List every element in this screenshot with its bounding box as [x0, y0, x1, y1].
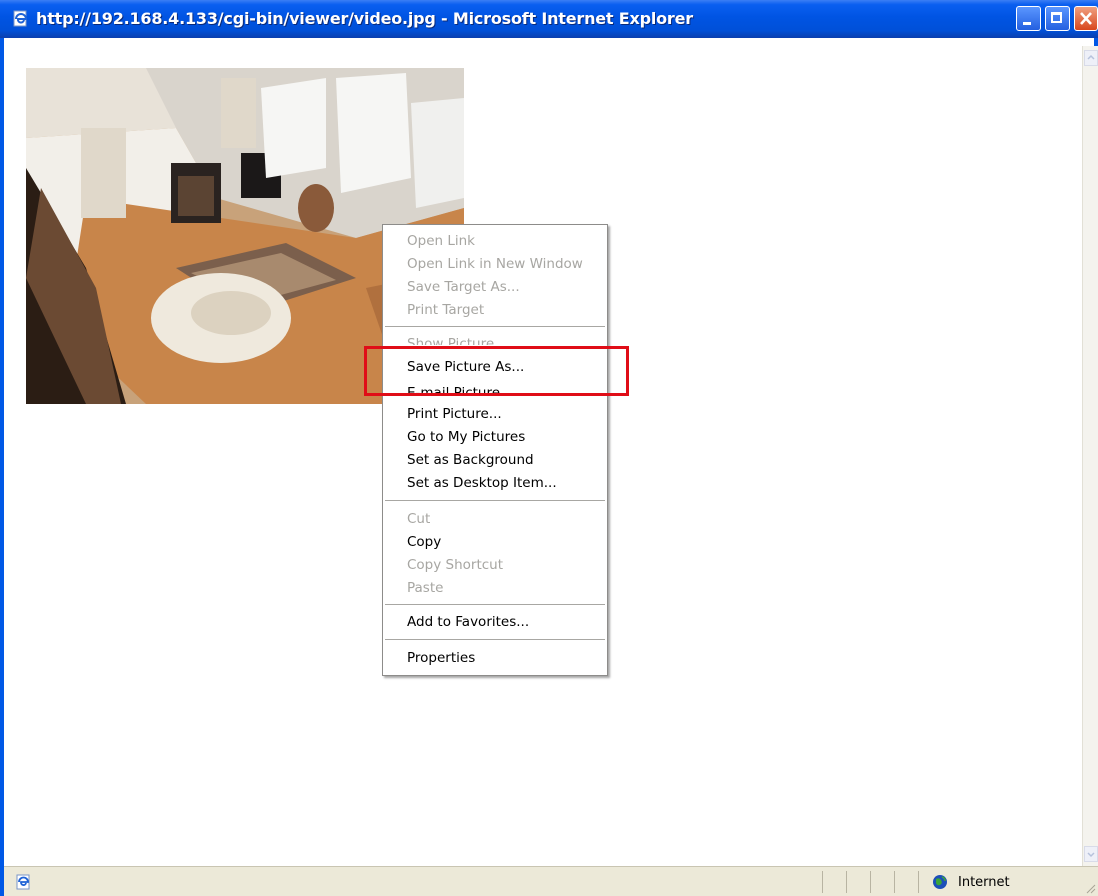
scroll-up-button[interactable] [1084, 50, 1098, 66]
minimize-button[interactable] [1016, 6, 1041, 31]
close-button[interactable] [1074, 6, 1098, 31]
ie-page-icon [16, 874, 30, 890]
menu-item-print-picture[interactable]: Print Picture... [407, 406, 502, 422]
menu-item-save-target-as[interactable]: Save Target As... [407, 279, 520, 295]
vertical-scrollbar[interactable] [1082, 46, 1098, 866]
menu-item-open-link-new-window[interactable]: Open Link in New Window [407, 256, 583, 272]
menu-item-open-link[interactable]: Open Link [407, 233, 475, 249]
menu-item-set-as-background[interactable]: Set as Background [407, 452, 534, 468]
menu-separator [385, 500, 605, 501]
status-segment [846, 871, 870, 893]
scroll-down-button[interactable] [1084, 846, 1098, 862]
menu-item-copy[interactable]: Copy [407, 534, 441, 550]
status-segment [894, 871, 918, 893]
context-menu: Open Link Open Link in New Window Save T… [382, 224, 608, 676]
menu-item-paste[interactable]: Paste [407, 580, 443, 596]
status-segment [822, 871, 846, 893]
maximize-icon [1051, 12, 1062, 23]
menu-item-show-picture[interactable]: Show Picture [407, 336, 494, 345]
status-segment [870, 871, 894, 893]
globe-icon [933, 875, 947, 889]
menu-item-print-target[interactable]: Print Target [407, 302, 484, 318]
menu-item-set-as-desktop-item[interactable]: Set as Desktop Item... [407, 475, 557, 491]
security-zone-label: Internet [958, 875, 1010, 890]
minimize-icon [1023, 22, 1031, 25]
window-title: http://192.168.4.133/cgi-bin/viewer/vide… [36, 9, 693, 28]
menu-item-copy-shortcut[interactable]: Copy Shortcut [407, 557, 503, 573]
arrow-up-icon [1087, 54, 1095, 60]
highlight-box [364, 346, 629, 396]
status-bar: Internet [4, 866, 1098, 896]
title-bar[interactable]: http://192.168.4.133/cgi-bin/viewer/vide… [0, 0, 1098, 38]
arrow-down-icon [1087, 852, 1095, 858]
menu-item-properties[interactable]: Properties [407, 650, 475, 666]
menu-item-add-to-favorites[interactable]: Add to Favorites... [407, 614, 529, 630]
close-icon [1080, 12, 1092, 25]
maximize-button[interactable] [1045, 6, 1070, 31]
menu-separator [385, 326, 605, 327]
menu-separator [385, 639, 605, 640]
resize-grip-icon[interactable] [1084, 882, 1096, 894]
menu-item-cut[interactable]: Cut [407, 511, 430, 527]
menu-separator [385, 604, 605, 605]
menu-item-go-to-my-pictures[interactable]: Go to My Pictures [407, 429, 525, 445]
ie-page-icon [13, 10, 28, 27]
ie-window: http://192.168.4.133/cgi-bin/viewer/vide… [0, 0, 1098, 896]
